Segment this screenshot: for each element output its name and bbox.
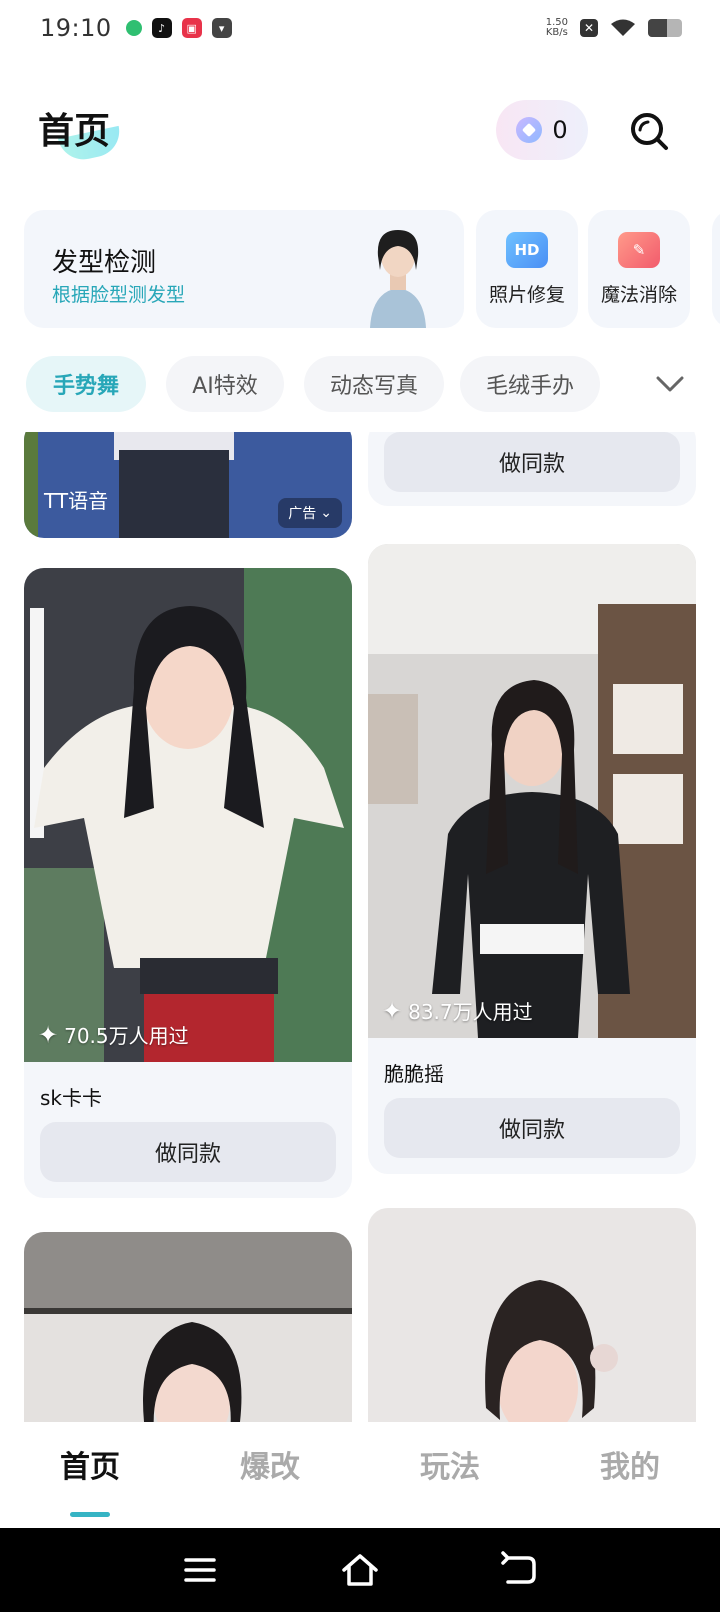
nav-gameplay[interactable]: 玩法 <box>390 1442 510 1486</box>
gem-icon <box>516 117 543 143</box>
ad-card[interactable]: TT语音 广告 ⌄ <box>24 432 352 538</box>
header: 首页 0 <box>0 96 720 166</box>
status-time: 19:10 <box>40 14 112 42</box>
feature-row: 发型检测 根据脸型测发型 HD 照片修复 ✎ 魔法消除 <box>24 210 720 328</box>
hairstyle-detect-card[interactable]: 发型检测 根据脸型测发型 <box>24 210 464 328</box>
model-portrait-image <box>370 230 426 328</box>
chevron-down-icon: ⌄ <box>320 505 332 521</box>
nav-makeover[interactable]: 爆改 <box>210 1442 330 1486</box>
photo-repair-button[interactable]: HD 照片修复 <box>476 210 578 328</box>
feed-card[interactable] <box>24 1232 352 1422</box>
ad-tag[interactable]: 广告 ⌄ <box>278 498 342 528</box>
sparkle-icon: ✦ <box>382 996 403 1025</box>
battery-fill <box>648 19 667 37</box>
usage-count-text: 83.7万人用过 <box>408 1000 533 1024</box>
video-feed[interactable]: TT语音 广告 ⌄ 做同款 ✦ 70.5万人用过 sk卡卡 做同款 ✦ 83.7… <box>0 432 720 1422</box>
bottom-nav: 首页 爆改 玩法 我的 <box>0 1422 720 1528</box>
system-nav-bar <box>0 1528 720 1612</box>
app-dark-icon: ▾ <box>211 18 232 38</box>
nav-mine[interactable]: 我的 <box>570 1442 690 1486</box>
make-same-button[interactable]: 做同款 <box>384 1098 680 1158</box>
wifi-icon <box>611 19 635 36</box>
card-title: sk卡卡 <box>40 1086 103 1110</box>
nav-active-indicator <box>70 1512 110 1517</box>
page-title: 首页 <box>38 111 111 152</box>
douyin-icon: ♪ <box>151 18 172 38</box>
ad-title: TT语音 <box>44 489 109 513</box>
status-bar: 19:10 ♪ ▣ ▾ 1.50 KB/s ✕ <box>0 0 720 56</box>
tab-plush-figure[interactable]: 毛绒手办 <box>460 356 600 412</box>
battery-icon <box>648 19 682 37</box>
app-red-icon: ▣ <box>181 18 202 38</box>
eraser-icon: ✎ <box>618 232 660 268</box>
feature-card-peek[interactable] <box>712 210 720 328</box>
chevron-down-icon[interactable] <box>654 368 686 400</box>
coin-balance-button[interactable]: 0 <box>496 100 588 160</box>
home-icon[interactable] <box>340 1550 380 1590</box>
coin-count: 0 <box>552 116 568 144</box>
feed-card-partial[interactable]: 做同款 <box>368 432 696 506</box>
make-same-button[interactable]: 做同款 <box>40 1122 336 1182</box>
video-thumbnail <box>24 1232 352 1422</box>
video-thumbnail <box>24 568 352 1062</box>
video-thumbnail <box>368 544 696 1038</box>
tab-gesture-dance[interactable]: 手势舞 <box>26 356 146 412</box>
nav-home[interactable]: 首页 <box>30 1442 150 1486</box>
tab-ai-effects[interactable]: AI特效 <box>166 356 284 412</box>
category-tabs: 手势舞 AI特效 动态写真 毛绒手办 <box>26 356 720 412</box>
magic-erase-button[interactable]: ✎ 魔法消除 <box>588 210 690 328</box>
app-notification-icon <box>125 20 142 36</box>
feature-title: 发型检测 <box>52 248 157 278</box>
ad-tag-text: 广告 <box>288 506 317 522</box>
back-icon[interactable] <box>500 1550 540 1590</box>
notification-icons: ♪ ▣ ▾ <box>125 18 232 38</box>
feature-subtitle: 根据脸型测发型 <box>52 284 186 306</box>
feed-card[interactable]: ✦ 70.5万人用过 sk卡卡 做同款 <box>24 568 352 1198</box>
net-speed: 1.50 KB/s <box>546 18 568 38</box>
hd-icon: HD <box>506 232 548 268</box>
usage-count: ✦ 83.7万人用过 <box>382 996 533 1025</box>
make-same-button[interactable]: 做同款 <box>384 432 680 492</box>
usage-count: ✦ 70.5万人用过 <box>38 1020 189 1049</box>
card-title: 脆脆摇 <box>384 1062 444 1086</box>
feature-label: 照片修复 <box>488 284 565 306</box>
video-thumbnail <box>368 1208 696 1422</box>
no-sim-icon: ✕ <box>580 19 598 37</box>
net-speed-unit: KB/s <box>545 27 568 38</box>
search-icon[interactable] <box>628 110 670 152</box>
tab-dynamic-portrait[interactable]: 动态写真 <box>304 356 444 412</box>
menu-icon[interactable] <box>180 1550 220 1590</box>
usage-count-text: 70.5万人用过 <box>64 1024 189 1048</box>
feed-card[interactable] <box>368 1208 696 1422</box>
feed-card[interactable]: ✦ 83.7万人用过 脆脆摇 做同款 <box>368 544 696 1174</box>
feature-label: 魔法消除 <box>600 284 677 306</box>
sparkle-icon: ✦ <box>38 1020 59 1049</box>
